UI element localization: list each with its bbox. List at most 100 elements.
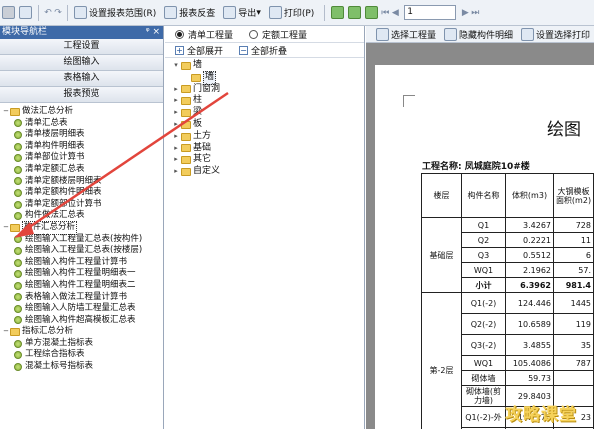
export-button[interactable]: 导出 ▾ (221, 6, 261, 19)
collapse-all-icon[interactable]: − (239, 45, 249, 55)
structure-node[interactable]: ▸ 自定义 (171, 166, 364, 178)
tree-label: 表格输入做法工程量计算书 (25, 291, 128, 302)
tree-item[interactable]: 清单构件明细表 (0, 141, 163, 153)
hide-detail-button[interactable]: 隐藏构件明细 (442, 27, 513, 41)
expand-icon[interactable]: ▸ (171, 154, 181, 166)
expand-icon[interactable]: ▸ (171, 119, 181, 131)
tree-label: 绘图输入人防墙工程量汇总表 (25, 303, 136, 314)
tree-item[interactable]: 清单定额楼层明细表 (0, 176, 163, 188)
new-file-icon[interactable] (2, 6, 15, 19)
structure-node[interactable]: ▸ 门窗洞 (171, 84, 364, 96)
first-page-icon[interactable]: ⏮ (380, 8, 390, 18)
nav-button-2[interactable]: 表格输入 (0, 71, 163, 87)
structure-node[interactable]: ▸ 土方 (171, 131, 364, 143)
page-number-input[interactable]: 1 (404, 5, 457, 20)
nav-button-0[interactable]: 工程设置 (0, 39, 163, 55)
expand-icon[interactable]: ▸ (171, 84, 181, 96)
radio-qingdan-label: 清单工程量 (188, 30, 234, 41)
set-print-button[interactable]: 设置选择打印 (519, 27, 590, 41)
expand-all-icon[interactable]: + (175, 45, 184, 55)
module-nav-panel: 模块导航栏 ᵠ × 工程设置 绘图输入 表格输入 报表预览 − 做法汇总分析 清单汇总表清… (0, 26, 164, 429)
tree-item[interactable]: 混凝土标号指标表 (0, 361, 163, 373)
lookup-button[interactable]: 报表反查 (162, 6, 215, 19)
radio-dinge[interactable] (249, 29, 259, 39)
tree-item[interactable]: 表格输入做法工程量计算书 (0, 292, 163, 304)
prev-page-icon[interactable]: ◀ (390, 8, 400, 18)
structure-child[interactable]: 墙 (171, 70, 364, 85)
tree-label: 清单定额楼层明细表 (25, 175, 102, 186)
tree-item[interactable]: 清单楼层明细表 (0, 129, 163, 141)
report-icon (14, 142, 22, 151)
collapse-icon[interactable]: − (2, 106, 10, 118)
open-folder-icon[interactable] (19, 6, 32, 19)
structure-node[interactable]: ▸ 板 (171, 119, 364, 131)
print-label: 打印(P) (283, 9, 315, 19)
structure-node[interactable]: ▸ 其它 (171, 154, 364, 166)
folder-icon (181, 132, 191, 141)
tree-item[interactable]: 绘图输入构件工程量明细表二 (0, 280, 163, 292)
tree-item[interactable]: 绘图输入构件工程量计算书 (0, 257, 163, 269)
redo-icon[interactable]: ↷ (53, 8, 63, 18)
set-range-button[interactable]: 设置报表范围(R) (72, 6, 156, 19)
undo-icon[interactable]: ↶ (43, 8, 53, 18)
cell-area: 119 (553, 313, 594, 335)
folder-icon (181, 85, 191, 94)
collapse-icon[interactable]: − (2, 326, 10, 338)
report-preview[interactable]: 绘图 工程名称: 凤城庭院10#楼 楼层 构件名称 体积(m3) 大钢模板面积(… (366, 43, 594, 429)
pin-close-icon[interactable]: ᵠ × (146, 26, 163, 39)
collapse-icon[interactable]: ▾ (171, 60, 181, 72)
multi-page-icon[interactable] (365, 6, 379, 19)
tree-folder[interactable]: − 做法汇总分析 (0, 106, 163, 118)
tree-item[interactable]: 绘图输入构件超高模板汇总表 (0, 315, 163, 327)
tree-item[interactable]: 清单定额汇总表 (0, 164, 163, 176)
structure-node[interactable]: ▾ 墙 (171, 60, 364, 72)
report-icon (14, 235, 22, 244)
folder-icon (181, 61, 191, 70)
report-tree: − 做法汇总分析 清单汇总表 清单楼层明细表 清单构件明细表 清单部位计算书 清单定额汇总表… (0, 103, 163, 373)
tree-label: 清单楼层明细表 (25, 129, 85, 140)
col-header-name: 构件名称 (461, 173, 506, 218)
tree-item[interactable]: 清单定额构件明细表 (0, 187, 163, 199)
tree-label: 工程综合指标表 (25, 349, 85, 360)
tree-item[interactable]: 清单定额部位计算书 (0, 199, 163, 211)
tree-item[interactable]: 工程综合指标表 (0, 349, 163, 361)
tree-folder[interactable]: − 构件汇总分析 (0, 220, 163, 235)
expand-icon[interactable]: ▸ (171, 166, 181, 178)
tree-item[interactable]: 绘图输入工程量汇总表(按楼层) (0, 245, 163, 257)
cell-name: Q2(-2) (461, 313, 506, 335)
structure-label: 其它 (193, 154, 212, 165)
cell-name: 小计 (461, 277, 506, 293)
collapse-all-button[interactable]: 全部折叠 (251, 44, 287, 57)
double-page-icon[interactable] (348, 6, 362, 19)
report-icon (14, 270, 22, 279)
tree-folder[interactable]: − 指标汇总分析 (0, 326, 163, 338)
tree-item[interactable]: 绘图输入人防墙工程量汇总表 (0, 303, 163, 315)
collapse-icon[interactable]: − (2, 222, 10, 234)
expand-all-button[interactable]: 全部展开 (187, 44, 223, 57)
structure-node[interactable]: ▸ 柱 (171, 95, 364, 107)
tree-item[interactable]: 单方混凝土指标表 (0, 338, 163, 350)
expand-icon[interactable]: ▸ (171, 143, 181, 155)
tree-item[interactable]: 绘图输入构件工程量明细表一 (0, 268, 163, 280)
radio-qingdan[interactable] (175, 29, 184, 39)
single-page-icon[interactable] (331, 6, 345, 19)
next-page-icon[interactable]: ▶ (460, 8, 470, 18)
structure-node[interactable]: ▸ 梁 (171, 107, 364, 119)
report-icon (14, 339, 22, 348)
expand-icon[interactable]: ▸ (171, 107, 181, 119)
expand-icon[interactable]: ▸ (171, 131, 181, 143)
select-quantity-button[interactable]: 选择工程量 (374, 27, 436, 41)
tree-label: 绘图输入构件工程量计算书 (25, 256, 128, 267)
toolbar-separator (67, 4, 68, 21)
cell-floor: 第-2层 (421, 292, 462, 429)
nav-button-1[interactable]: 绘图输入 (0, 55, 163, 71)
tree-item[interactable]: 清单部位计算书 (0, 152, 163, 164)
expand-icon[interactable]: ▸ (171, 95, 181, 107)
cell-area (553, 370, 594, 386)
last-page-icon[interactable]: ⏭ (470, 8, 480, 18)
tree-item[interactable]: 清单汇总表 (0, 118, 163, 130)
nav-button-3[interactable]: 报表预览 (0, 87, 163, 103)
print-button[interactable]: 打印(P) (267, 6, 314, 19)
tree-item[interactable]: 绘图输入工程量汇总表(按构件) (0, 234, 163, 246)
structure-node[interactable]: ▸ 基础 (171, 143, 364, 155)
